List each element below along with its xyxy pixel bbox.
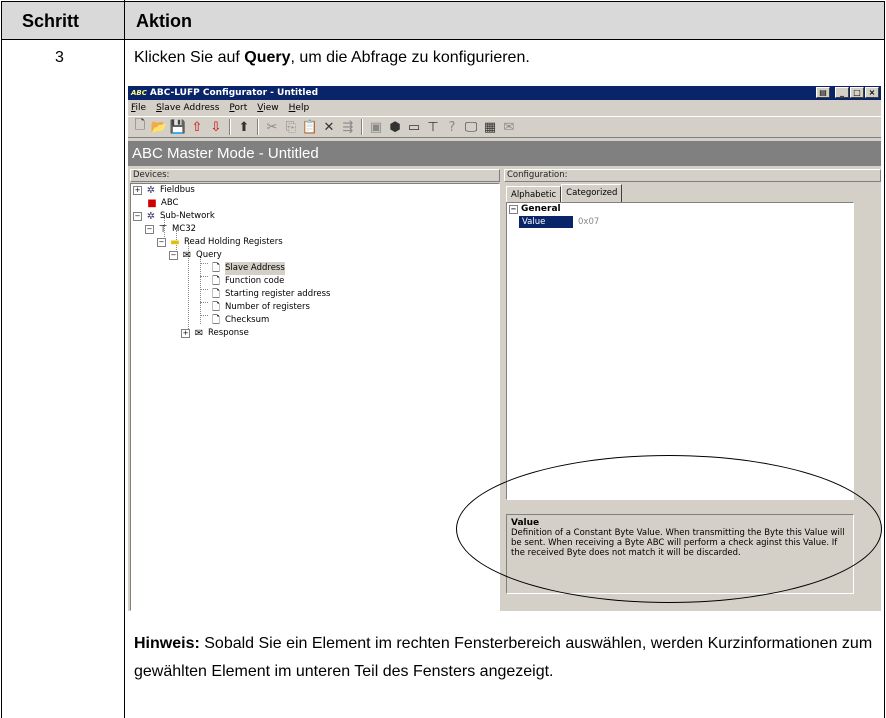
view-tabs: Alphabetic Categorized: [506, 184, 623, 202]
tree-item-abc[interactable]: ■ ABC: [145, 197, 178, 210]
category-label: General: [521, 204, 561, 214]
property-name: Value: [519, 216, 573, 228]
network-icon[interactable]: ▦: [482, 119, 498, 135]
mode-title-bar: ABC Master Mode - Untitled: [128, 141, 881, 166]
tab-alphabetic[interactable]: Alphabetic: [506, 186, 562, 202]
query-term: Query: [244, 49, 291, 66]
property-category[interactable]: − General: [507, 203, 853, 216]
menu-view[interactable]: View: [257, 101, 278, 115]
paste-icon[interactable]: 📋: [302, 119, 318, 135]
fieldbus-icon: ✲: [146, 185, 156, 196]
parameter-icon: 🗋: [211, 289, 221, 300]
schritt-header: Schritt: [22, 11, 80, 31]
tab-categorized[interactable]: Categorized: [561, 184, 623, 202]
monitor-icon[interactable]: ▭: [406, 119, 422, 135]
insert-icon[interactable]: ⇶: [340, 119, 356, 135]
tree-item-function-code[interactable]: 🗋 Function code: [209, 275, 284, 288]
up-folder-icon[interactable]: ⬆: [236, 119, 252, 135]
toolbar: 🗋 📂 💾 ⇧ ⇩ ⬆ ✂ ⎘ 📋 ✕ ⇶ ▣ ⬢ ▭ ⊤ ? 🖵 ▦ ✉: [128, 116, 881, 138]
parameter-icon: 🗋: [211, 302, 221, 313]
delete-icon[interactable]: ✕: [321, 119, 337, 135]
upload-icon[interactable]: ⇧: [189, 119, 205, 135]
configurator-screenshot: ABC ABC-LUFP Configurator - Untitled ▤ _ …: [128, 86, 881, 611]
menu-help[interactable]: Help: [289, 101, 310, 115]
menu-slave-address[interactable]: Slave Address: [156, 101, 219, 115]
collapse-icon[interactable]: −: [169, 251, 178, 260]
tree-item-read-holding-registers[interactable]: − ▬ Read Holding Registers: [157, 236, 283, 249]
display-icon[interactable]: 🖵: [463, 119, 479, 135]
download-icon[interactable]: ⇩: [208, 119, 224, 135]
device-tree: + ✲ Fieldbus ■ ABC − ✲ Sub-Network − ⊤ MC32 − ▬ R…: [130, 183, 500, 611]
save-icon[interactable]: 💾: [170, 119, 186, 135]
tree-item-subnetwork[interactable]: − ✲ Sub-Network: [133, 210, 215, 223]
step-number: 3: [55, 49, 64, 66]
tree-item-starting-register[interactable]: 🗋 Starting register address: [209, 288, 331, 301]
tree-item-mc32[interactable]: − ⊤ MC32: [145, 223, 196, 236]
collapse-icon[interactable]: −: [509, 205, 518, 214]
tree-item-checksum[interactable]: 🗋 Checksum: [209, 314, 269, 327]
table-header-row: Schritt Aktion: [1, 1, 885, 40]
property-value[interactable]: 0x07: [575, 216, 599, 228]
devices-pane: Devices: + ✲ Fieldbus ■ ABC − ✲ Sub-Netw…: [130, 169, 500, 611]
abc-device-icon: ■: [147, 198, 157, 209]
minimize-button[interactable]: _: [835, 87, 849, 98]
table-right-border: [884, 40, 885, 718]
instruction-text: Klicken Sie auf Query, um die Abfrage zu…: [134, 49, 530, 66]
menu-bar: File Slave Address Port View Help: [128, 101, 309, 115]
mail-icon[interactable]: ✉: [501, 119, 517, 135]
open-icon[interactable]: 📂: [151, 119, 167, 135]
configuration-label: Configuration:: [504, 169, 881, 182]
parameter-icon: 🗋: [211, 276, 221, 287]
tree-item-response[interactable]: + ✉ Response: [181, 327, 249, 340]
note-paragraph: Hinweis: Sobald Sie ein Element im recht…: [134, 630, 879, 686]
properties-icon[interactable]: ▣: [368, 119, 384, 135]
copy-icon[interactable]: ⎘: [283, 119, 299, 135]
parameter-icon: 🗋: [211, 263, 221, 274]
expand-icon[interactable]: +: [133, 186, 142, 195]
property-row-value[interactable]: Value 0x07: [519, 216, 853, 228]
tree-item-slave-address[interactable]: 🗋 Slave Address: [209, 262, 285, 275]
node-icon: ⊤: [158, 224, 168, 235]
collapse-icon[interactable]: −: [157, 238, 166, 247]
tree-item-number-registers[interactable]: 🗋 Number of registers: [209, 301, 310, 314]
expand-icon[interactable]: +: [181, 329, 190, 338]
description-panel: Value Definition of a Constant Byte Valu…: [506, 514, 854, 594]
toolbar-separator: [257, 119, 259, 135]
maximize-button[interactable]: □: [850, 87, 864, 98]
tree-item-fieldbus[interactable]: + ✲ Fieldbus: [133, 184, 195, 197]
toolbar-separator: [229, 119, 231, 135]
window-title: ABC-LUFP Configurator - Untitled: [149, 88, 319, 98]
tree-item-query[interactable]: − ✉ Query: [169, 249, 222, 262]
toolbar-separator: [361, 119, 363, 135]
collapse-icon[interactable]: −: [133, 212, 142, 221]
configuration-pane: Configuration: Alphabetic Categorized − …: [504, 169, 881, 611]
note-label: Hinweis:: [134, 635, 200, 652]
print-icon[interactable]: ▤: [816, 87, 830, 98]
node-icon[interactable]: ⬢: [387, 119, 403, 135]
filter-icon[interactable]: ⊤: [425, 119, 441, 135]
column-divider: [124, 0, 125, 718]
menu-file[interactable]: File: [131, 101, 146, 115]
table-left-border: [1, 40, 2, 718]
envelope-icon: ✉: [182, 250, 192, 261]
devices-label: Devices:: [130, 169, 500, 182]
aktion-header: Aktion: [136, 11, 192, 31]
new-icon[interactable]: 🗋: [132, 118, 148, 135]
description-title: Value: [511, 518, 540, 528]
window-titlebar: ABC ABC-LUFP Configurator - Untitled ▤ _ …: [128, 86, 881, 100]
cut-icon[interactable]: ✂: [264, 119, 280, 135]
document-table: Schritt Aktion 3 Klicken Sie auf Query, …: [0, 0, 886, 718]
property-grid: − General Value 0x07: [506, 202, 854, 500]
subnetwork-icon: ✲: [146, 211, 156, 222]
help-icon[interactable]: ?: [444, 119, 460, 135]
app-logo-icon: ABC: [131, 89, 147, 97]
parameter-icon: 🗋: [211, 315, 221, 326]
description-text: Definition of a Constant Byte Value. Whe…: [511, 528, 845, 558]
collapse-icon[interactable]: −: [145, 225, 154, 234]
folder-icon: ▬: [170, 237, 180, 248]
close-button[interactable]: ×: [865, 87, 879, 98]
menu-port[interactable]: Port: [229, 101, 247, 115]
envelope-icon: ✉: [194, 328, 204, 339]
note-text: Sobald Sie ein Element im rechten Fenste…: [134, 635, 873, 680]
